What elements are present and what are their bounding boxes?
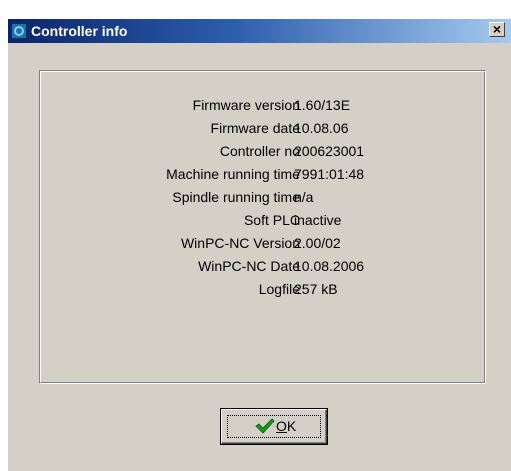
- info-label: WinPC-NC Date: [198, 258, 300, 274]
- controller-info-dialog: Controller info × Firmware version 1.60/…: [8, 19, 511, 471]
- info-value: 10.08.2006: [294, 258, 365, 274]
- info-value: inactive: [294, 212, 342, 228]
- info-value: n/a: [294, 189, 314, 205]
- info-label: Controller no: [219, 143, 300, 159]
- info-label: Firmware version: [192, 97, 300, 113]
- info-value: 2.00/02: [294, 235, 341, 251]
- info-value: 7991:01:48: [294, 166, 365, 182]
- info-row-spindle-running-time: Spindle running time n/a: [41, 189, 481, 212]
- checkmark-icon: [255, 418, 275, 434]
- info-row-controller-no: Controller no 200623001: [41, 143, 481, 166]
- info-label: Soft PLC: [243, 212, 300, 228]
- info-group-inner: Firmware version 1.60/13E Firmware date …: [40, 71, 485, 383]
- info-row-soft-plc: Soft PLC inactive: [41, 212, 481, 235]
- info-label: Spindle running time: [172, 189, 300, 205]
- window-title: Controller info: [31, 23, 128, 39]
- info-group-box: Firmware version 1.60/13E Firmware date …: [39, 70, 486, 384]
- close-button[interactable]: ×: [489, 22, 505, 37]
- ok-button-label: OK: [276, 418, 296, 434]
- info-row-winpc-nc-date: WinPC-NC Date 10.08.2006: [41, 258, 481, 281]
- info-row-machine-running-time: Machine running time 7991:01:48: [41, 166, 481, 189]
- info-value: 257 kB: [294, 281, 338, 297]
- info-label: Firmware date: [210, 120, 300, 136]
- info-value: 200623001: [294, 143, 365, 159]
- info-row-firmware-date: Firmware date 10.08.06: [41, 120, 481, 143]
- title-bar[interactable]: Controller info ×: [8, 19, 511, 43]
- ok-label-rest: K: [286, 418, 297, 434]
- ok-button[interactable]: OK: [220, 408, 328, 445]
- ok-mnemonic: O: [276, 418, 287, 434]
- info-row-logfile: Logfile 257 kB: [41, 281, 481, 304]
- info-label: Machine running time: [166, 166, 300, 182]
- info-row-firmware-version: Firmware version 1.60/13E: [41, 97, 481, 120]
- info-value: 10.08.06: [294, 120, 349, 136]
- app-icon: [11, 23, 27, 39]
- info-row-winpc-nc-version: WinPC-NC Version 2.00/02: [41, 235, 481, 258]
- info-label: WinPC-NC Version: [180, 235, 300, 251]
- info-value: 1.60/13E: [294, 97, 351, 113]
